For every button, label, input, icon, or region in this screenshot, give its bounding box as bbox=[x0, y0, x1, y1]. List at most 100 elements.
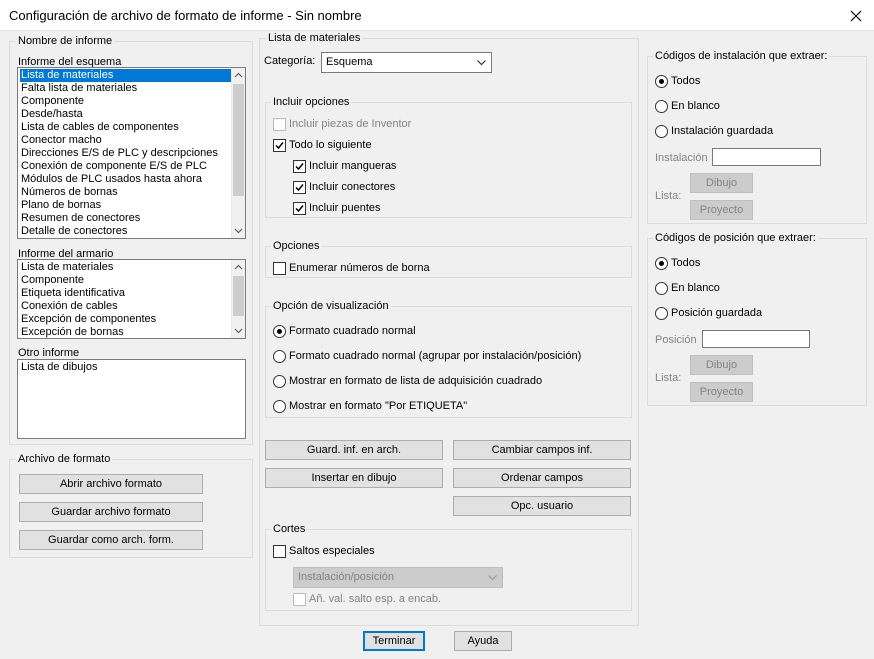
list-item[interactable]: Componente bbox=[20, 95, 231, 108]
display-opt4-label: Mostrar en formato "Por ETIQUETA" bbox=[289, 400, 468, 412]
installation-codes-legend: Códigos de instalación que extraer: bbox=[653, 50, 830, 63]
list-item[interactable]: Números de bornas bbox=[20, 186, 231, 199]
display-opt4-radio[interactable] bbox=[273, 400, 286, 413]
all-following-label: Todo lo siguiente bbox=[289, 139, 372, 151]
list-item[interactable]: Etiqueta identificativa bbox=[20, 287, 231, 300]
chevron-up-icon bbox=[234, 264, 243, 270]
schematic-list-scrollbar[interactable] bbox=[231, 68, 245, 238]
list-item[interactable]: Excepción de componentes bbox=[20, 313, 231, 326]
save-report-to-file-button[interactable]: Guard. inf. en arch. bbox=[265, 440, 443, 460]
display-opt3-label: Mostrar en formato de lista de adquisici… bbox=[289, 375, 543, 387]
window-title: Configuración de archivo de formato de i… bbox=[9, 8, 362, 23]
scroll-thumb[interactable] bbox=[233, 276, 244, 316]
all-following-checkbox[interactable] bbox=[273, 139, 286, 152]
chevron-down-icon bbox=[477, 60, 486, 66]
user-options-button[interactable]: Opc. usuario bbox=[453, 496, 631, 516]
panel-list-scrollbar[interactable] bbox=[231, 260, 245, 338]
change-report-fields-button[interactable]: Cambiar campos inf. bbox=[453, 440, 631, 460]
special-breaks-label: Saltos especiales bbox=[289, 545, 375, 557]
chevron-down-icon bbox=[488, 575, 497, 581]
jumpers-label: Incluir puentes bbox=[309, 202, 381, 214]
list-item[interactable]: Excepción de bornas bbox=[20, 326, 231, 338]
scroll-down-arrow[interactable] bbox=[232, 324, 245, 338]
jumpers-checkbox[interactable] bbox=[293, 202, 306, 215]
inventor-parts-checkbox[interactable] bbox=[273, 118, 286, 131]
connectors-checkbox[interactable] bbox=[293, 181, 306, 194]
chevron-down-icon bbox=[234, 228, 243, 234]
list-item[interactable]: Lista de materiales bbox=[20, 69, 231, 82]
list-item[interactable]: Desde/hasta bbox=[20, 108, 231, 121]
list-item[interactable]: Componente bbox=[20, 274, 231, 287]
break-type-value: Instalación/posición bbox=[298, 571, 395, 583]
scroll-up-arrow[interactable] bbox=[232, 68, 245, 82]
installation-list-label: Lista: bbox=[655, 190, 682, 202]
location-list-label: Lista: bbox=[655, 372, 682, 384]
installation-saved-radio[interactable] bbox=[655, 125, 668, 138]
list-item[interactable]: Lista de materiales bbox=[20, 261, 231, 274]
location-saved-radio[interactable] bbox=[655, 307, 668, 320]
inventor-parts-label: Incluir piezas de Inventor bbox=[289, 118, 412, 130]
options-legend: Opciones bbox=[271, 240, 322, 253]
bom-legend: Lista de materiales bbox=[266, 32, 363, 45]
display-opt2-radio[interactable] bbox=[273, 350, 286, 363]
checkmark-icon bbox=[275, 142, 284, 150]
installation-input[interactable] bbox=[712, 148, 821, 166]
display-opt1-label: Formato cuadrado normal bbox=[289, 325, 416, 337]
installation-blank-radio[interactable] bbox=[655, 100, 668, 113]
list-item[interactable]: Conexión de componente E/S de PLC bbox=[20, 160, 231, 173]
display-opt3-radio[interactable] bbox=[273, 375, 286, 388]
location-codes-legend: Códigos de posición que extraer: bbox=[653, 232, 818, 245]
hoses-label: Incluir mangueras bbox=[309, 160, 397, 172]
category-value: Esquema bbox=[326, 56, 373, 68]
category-label: Categoría: bbox=[264, 55, 316, 67]
installation-all-label: Todos bbox=[671, 75, 701, 87]
location-saved-label: Posición guardada bbox=[671, 307, 763, 319]
list-item[interactable]: Conexión de cables bbox=[20, 300, 231, 313]
enumerate-label: Enumerar números de borna bbox=[289, 262, 430, 274]
location-drawing-button[interactable]: Dibujo bbox=[690, 355, 753, 375]
sort-fields-button[interactable]: Ordenar campos bbox=[453, 468, 631, 488]
list-item[interactable]: Plano de bornas bbox=[20, 199, 231, 212]
insert-into-drawing-button[interactable]: Insertar en dibujo bbox=[265, 468, 443, 488]
location-project-button[interactable]: Proyecto bbox=[690, 382, 753, 402]
display-opt2-label: Formato cuadrado normal (agrupar por ins… bbox=[289, 350, 582, 362]
installation-saved-label: Instalación guardada bbox=[671, 125, 774, 137]
open-format-button[interactable]: Abrir archivo formato bbox=[19, 474, 203, 494]
panel-report-list[interactable]: Lista de materiales Componente Etiqueta id… bbox=[17, 259, 246, 339]
special-breaks-checkbox[interactable] bbox=[273, 545, 286, 558]
location-all-radio[interactable] bbox=[655, 257, 668, 270]
location-blank-radio[interactable] bbox=[655, 282, 668, 295]
list-item[interactable]: Falta lista de materiales bbox=[20, 82, 231, 95]
save-format-button[interactable]: Guardar archivo formato bbox=[19, 502, 203, 522]
category-select[interactable]: Esquema bbox=[321, 52, 492, 73]
list-item[interactable]: Resumen de conectores bbox=[20, 212, 231, 225]
chevron-up-icon bbox=[234, 72, 243, 78]
close-button[interactable] bbox=[838, 0, 874, 31]
help-button[interactable]: Ayuda bbox=[454, 631, 512, 651]
location-input[interactable] bbox=[702, 330, 810, 348]
list-item[interactable]: Direcciones E/S de PLC y descripciones bbox=[20, 147, 231, 160]
save-as-format-button[interactable]: Guardar como arch. form. bbox=[19, 530, 203, 550]
list-item[interactable]: Lista de dibujos bbox=[20, 361, 243, 374]
other-report-list[interactable]: Lista de dibujos bbox=[17, 359, 246, 439]
scroll-thumb[interactable] bbox=[233, 84, 244, 196]
list-item[interactable]: Módulos de PLC usados hasta ahora bbox=[20, 173, 231, 186]
done-button[interactable]: Terminar bbox=[363, 631, 425, 651]
installation-drawing-button[interactable]: Dibujo bbox=[690, 173, 753, 193]
installation-blank-label: En blanco bbox=[671, 100, 720, 112]
break-type-select[interactable]: Instalación/posición bbox=[293, 567, 503, 588]
scroll-down-arrow[interactable] bbox=[232, 224, 245, 238]
scroll-up-arrow[interactable] bbox=[232, 260, 245, 274]
schematic-report-list[interactable]: Lista de materiales Falta lista de materi… bbox=[17, 67, 246, 239]
installation-project-button[interactable]: Proyecto bbox=[690, 200, 753, 220]
hoses-checkbox[interactable] bbox=[293, 160, 306, 173]
breaks-legend: Cortes bbox=[271, 523, 308, 536]
installation-all-radio[interactable] bbox=[655, 75, 668, 88]
format-file-legend: Archivo de formato bbox=[16, 453, 113, 466]
display-opt1-radio[interactable] bbox=[273, 325, 286, 338]
list-item[interactable]: Detalle de conectores bbox=[20, 225, 231, 238]
list-item[interactable]: Conector macho bbox=[20, 134, 231, 147]
enumerate-checkbox[interactable] bbox=[273, 262, 286, 275]
list-item[interactable]: Lista de cables de componentes bbox=[20, 121, 231, 134]
add-break-value-checkbox[interactable] bbox=[293, 593, 306, 606]
